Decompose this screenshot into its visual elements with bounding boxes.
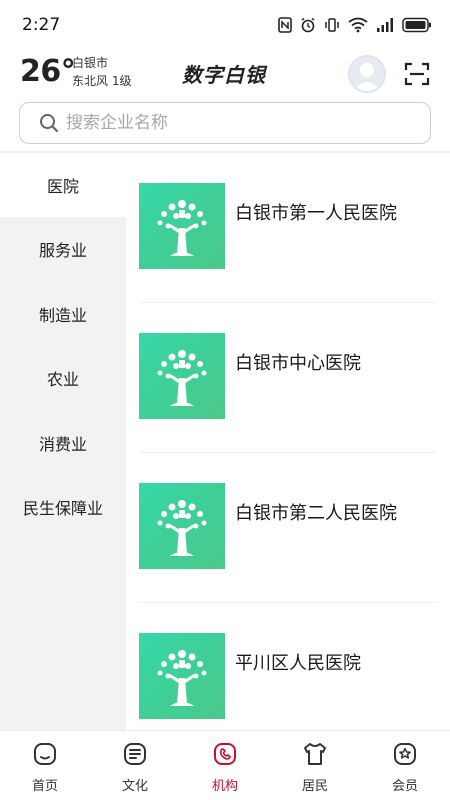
resident-icon [304,743,326,765]
nav-label: 机构 [211,779,238,794]
list-item[interactable]: 平川区人民医院 [126,603,450,730]
org-name: 白银市中心医院 [235,353,361,374]
org-logo [139,183,225,269]
org-logo [139,483,225,569]
org-logo [139,333,225,419]
organization-list: 白银市第一人民医院 白银市中心医院 白银市第二人民医院 平川区人民医院 [126,153,450,730]
battery-icon [402,17,431,33]
nav-label: 首页 [31,779,58,794]
sidebar-item-service[interactable]: 服务业 [0,217,126,282]
institution-icon [214,743,236,765]
wind-label: 东北风 1级 [72,74,132,88]
nav-institution[interactable]: 机构 [180,731,270,800]
tree-logo-icon [157,350,207,406]
list-item[interactable]: 白银市第二人民医院 [126,453,450,603]
sidebar-item-manufacturing[interactable]: 制造业 [0,282,126,347]
nav-label: 文化 [121,779,148,794]
org-name: 平川区人民医院 [235,653,361,674]
search-input[interactable] [66,113,396,133]
avatar-icon [353,63,381,91]
city-label: 白银市 [72,56,109,70]
tree-logo-icon [157,650,207,706]
category-sidebar: 医院 服务业 制造业 农业 消费业 民生保障业 [0,153,126,730]
nfc-icon [278,17,292,33]
status-icons [278,17,432,33]
search-icon [40,114,59,133]
nav-resident[interactable]: 居民 [270,731,360,800]
status-bar: 2:27 [0,0,450,50]
bottom-nav: 首页 文化 机构 居民 会员 [0,730,450,800]
sidebar-item-hospital[interactable]: 医院 [0,153,126,217]
nav-member[interactable]: 会员 [360,731,450,800]
org-name: 白银市第一人民医院 [235,203,397,224]
sidebar-item-consumer[interactable]: 消费业 [0,411,126,476]
temperature: 26° [20,54,76,89]
culture-icon [124,743,146,765]
status-time: 2:27 [22,15,61,35]
avatar[interactable] [348,55,386,93]
list-item[interactable]: 白银市第一人民医院 [126,153,450,303]
list-item[interactable]: 白银市中心医院 [126,303,450,453]
nav-home[interactable]: 首页 [0,731,90,800]
nav-label: 居民 [301,779,328,794]
tree-logo-icon [157,200,207,256]
org-logo [139,633,225,719]
app-title: 数字白银 [182,63,266,87]
vibrate-icon [325,18,339,32]
tree-logo-icon [157,500,207,556]
signal-icon [377,18,393,32]
search-bar[interactable] [19,102,431,144]
sidebar-item-agriculture[interactable]: 农业 [0,346,126,411]
alarm-icon [301,17,315,33]
scan-icon[interactable] [404,62,430,86]
wifi-icon [348,17,368,33]
nav-label: 会员 [391,779,418,794]
nav-culture[interactable]: 文化 [90,731,180,800]
org-name: 白银市第二人民医院 [235,503,397,524]
home-icon [34,743,56,765]
sidebar-item-livelihood[interactable]: 民生保障业 [0,475,126,540]
weather-location: 白银市 东北风 1级 [72,54,131,90]
header: 26° 白银市 东北风 1级 数字白银 [0,50,450,98]
member-icon [394,743,416,765]
